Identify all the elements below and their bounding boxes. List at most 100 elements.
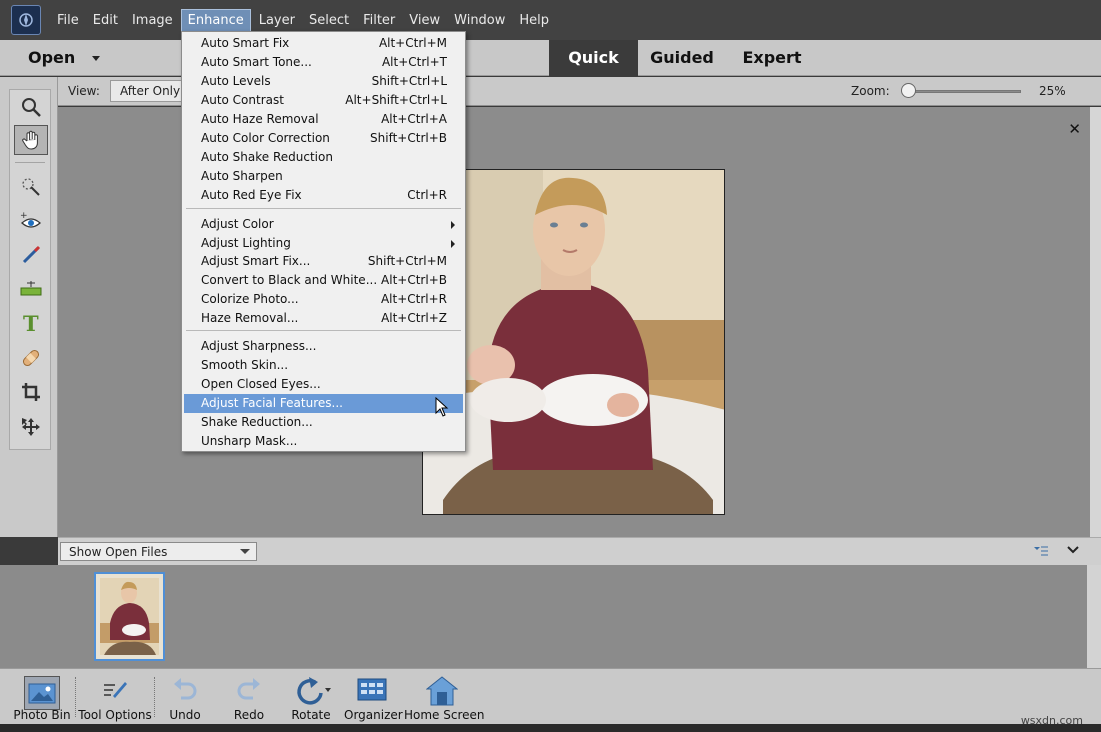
enhance-menu: Auto Smart FixAlt+Ctrl+M Auto Smart Tone… xyxy=(181,31,466,452)
menu-item-colorize-photo[interactable]: Colorize Photo...Alt+Ctrl+R xyxy=(184,290,463,309)
status-strip xyxy=(0,724,1101,732)
menu-item-adjust-lighting[interactable]: Adjust Lighting xyxy=(184,234,463,253)
menu-item-shake-reduction[interactable]: Shake Reduction... xyxy=(184,413,463,432)
tool-options-icon xyxy=(101,676,129,706)
redo-label: Redo xyxy=(224,708,274,722)
home-icon xyxy=(426,676,458,710)
open-dropdown-arrow-icon[interactable] xyxy=(92,56,100,61)
photo-bin-scrollbar[interactable] xyxy=(1087,565,1101,668)
menu-bar: File Edit Image Enhance Layer Select Fil… xyxy=(0,0,1101,40)
tab-guided[interactable]: Guided xyxy=(640,40,724,76)
organizer-icon xyxy=(357,676,387,706)
menu-window[interactable]: Window xyxy=(448,10,511,31)
list-menu-icon[interactable] xyxy=(1033,545,1049,561)
show-files-select[interactable]: Show Open Files xyxy=(60,542,257,561)
hand-tool-icon[interactable] xyxy=(14,125,48,155)
menu-image[interactable]: Image xyxy=(126,10,179,31)
tools-panel: + T xyxy=(0,77,58,537)
whiten-teeth-icon[interactable] xyxy=(14,240,48,270)
tab-expert[interactable]: Expert xyxy=(728,40,816,76)
spot-healing-icon[interactable] xyxy=(14,343,48,373)
view-label: View: xyxy=(68,84,100,98)
mode-bar: Open Quick Guided Expert xyxy=(0,40,1101,76)
svg-text:T: T xyxy=(23,312,39,334)
menu-filter[interactable]: Filter xyxy=(357,10,401,31)
open-button[interactable]: Open xyxy=(28,48,75,67)
photo-bin-area xyxy=(0,565,1101,668)
crop-tool-icon[interactable] xyxy=(14,377,48,407)
mouse-cursor-icon xyxy=(435,397,449,421)
open-files-bar: Show Open Files xyxy=(58,537,1101,565)
menu-item-unsharp-mask[interactable]: Unsharp Mask... xyxy=(184,432,463,451)
menu-item-auto-contrast[interactable]: Auto ContrastAlt+Shift+Ctrl+L xyxy=(184,91,463,110)
menu-item-smooth-skin[interactable]: Smooth Skin... xyxy=(184,356,463,375)
zoom-label: Zoom: xyxy=(851,84,890,98)
red-eye-icon[interactable]: + xyxy=(14,207,48,237)
tool-group: + T xyxy=(9,89,51,450)
menu-separator xyxy=(186,208,461,209)
tab-quick[interactable]: Quick xyxy=(549,40,638,76)
watermark: wsxdn.com xyxy=(1021,714,1083,727)
menu-help[interactable]: Help xyxy=(513,10,555,31)
photo-bin-button[interactable]: Photo Bin xyxy=(10,672,74,724)
menu-item-auto-shake-reduction[interactable]: Auto Shake Reduction xyxy=(184,148,463,167)
redo-icon xyxy=(235,676,263,706)
menu-item-auto-smart-fix[interactable]: Auto Smart FixAlt+Ctrl+M xyxy=(184,34,463,53)
home-screen-button[interactable]: Home Screen xyxy=(404,672,480,724)
menu-enhance[interactable]: Enhance xyxy=(181,9,251,32)
menu-item-auto-sharpen[interactable]: Auto Sharpen xyxy=(184,167,463,186)
zoom-tool-icon[interactable] xyxy=(14,92,48,122)
menu-select[interactable]: Select xyxy=(303,10,355,31)
app-logo-icon xyxy=(11,5,41,35)
menu-item-adjust-sharpness[interactable]: Adjust Sharpness... xyxy=(184,337,463,356)
zoom-slider-handle[interactable] xyxy=(901,83,916,98)
undo-icon xyxy=(171,676,199,706)
menu-item-auto-color-correction[interactable]: Auto Color CorrectionShift+Ctrl+B xyxy=(184,129,463,148)
menu-item-adjust-smart-fix[interactable]: Adjust Smart Fix...Shift+Ctrl+M xyxy=(184,252,463,271)
organizer-label: Organizer xyxy=(344,708,400,722)
svg-text:+: + xyxy=(20,211,28,221)
rotate-button[interactable]: Rotate xyxy=(285,672,337,724)
chevron-down-icon xyxy=(240,549,250,554)
show-files-select-label: Show Open Files xyxy=(69,545,167,559)
photo-bin-icon xyxy=(24,676,60,710)
menu-item-open-closed-eyes[interactable]: Open Closed Eyes... xyxy=(184,375,463,394)
menu-layer[interactable]: Layer xyxy=(253,10,301,31)
menu-edit[interactable]: Edit xyxy=(87,10,124,31)
zoom-slider[interactable] xyxy=(903,90,1021,93)
type-tool-icon[interactable]: T xyxy=(14,308,48,338)
collapse-chevron-icon[interactable] xyxy=(1067,544,1079,559)
menu-file[interactable]: File xyxy=(51,10,85,31)
task-bar: Photo Bin Tool Options Undo Redo Rotate … xyxy=(0,668,1101,724)
menu-item-auto-levels[interactable]: Auto LevelsShift+Ctrl+L xyxy=(184,72,463,91)
menu-item-auto-red-eye-fix[interactable]: Auto Red Eye FixCtrl+R xyxy=(184,186,463,205)
photo-image xyxy=(422,169,725,515)
submenu-arrow-icon xyxy=(451,221,455,229)
close-icon[interactable]: ✕ xyxy=(1068,120,1081,138)
menu-item-adjust-color[interactable]: Adjust Color xyxy=(184,215,463,234)
tool-options-label: Tool Options xyxy=(76,708,154,722)
rotate-label: Rotate xyxy=(285,708,337,722)
menu-separator xyxy=(186,330,461,331)
menu-item-haze-removal[interactable]: Haze Removal...Alt+Ctrl+Z xyxy=(184,309,463,328)
photo-bin-label: Photo Bin xyxy=(10,708,74,722)
photo-thumbnail[interactable] xyxy=(94,572,165,661)
canvas-scrollbar[interactable] xyxy=(1090,107,1101,537)
tool-options-button[interactable]: Tool Options xyxy=(76,672,154,724)
menu-item-convert-black-white[interactable]: Convert to Black and White...Alt+Ctrl+B xyxy=(184,271,463,290)
organizer-button[interactable]: Organizer xyxy=(344,672,400,724)
submenu-arrow-icon xyxy=(451,240,455,248)
rotate-icon xyxy=(291,676,331,710)
home-screen-label: Home Screen xyxy=(404,708,480,722)
quick-selection-icon[interactable] xyxy=(14,172,48,202)
move-tool-icon[interactable] xyxy=(14,412,48,442)
redo-button[interactable]: Redo xyxy=(224,672,274,724)
menu-item-auto-haze-removal[interactable]: Auto Haze RemovalAlt+Ctrl+A xyxy=(184,110,463,129)
undo-button[interactable]: Undo xyxy=(160,672,210,724)
menu-item-auto-smart-tone[interactable]: Auto Smart Tone...Alt+Ctrl+T xyxy=(184,53,463,72)
undo-label: Undo xyxy=(160,708,210,722)
zoom-value: 25% xyxy=(1039,84,1066,98)
straighten-icon[interactable] xyxy=(14,274,48,304)
menu-view[interactable]: View xyxy=(403,10,446,31)
menu-item-adjust-facial-features[interactable]: Adjust Facial Features... xyxy=(184,394,463,413)
